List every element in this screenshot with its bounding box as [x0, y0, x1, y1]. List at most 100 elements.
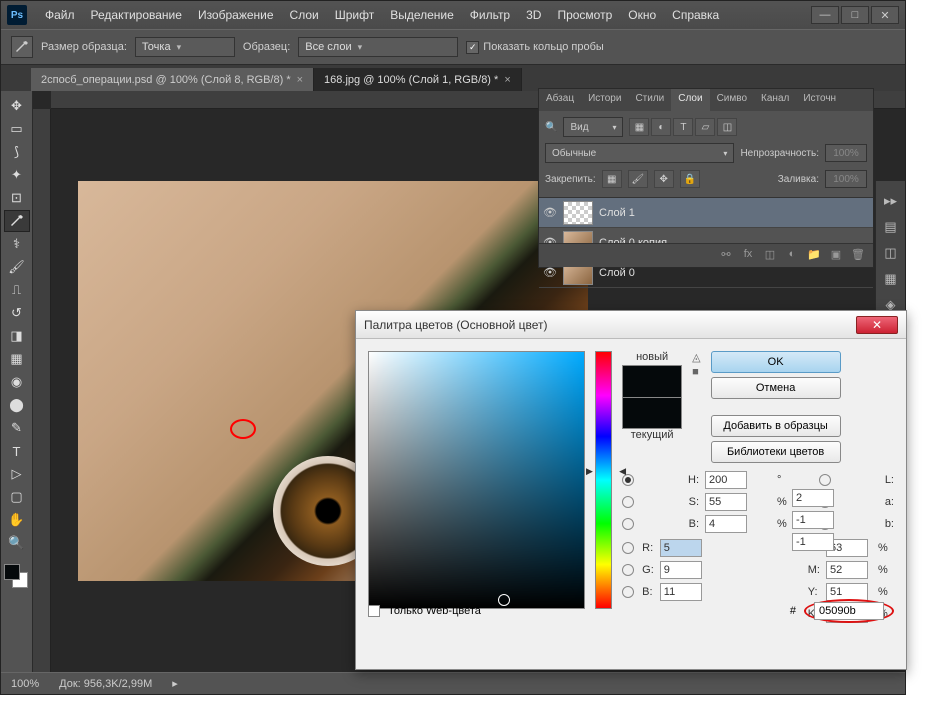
tab-styles[interactable]: Стили — [628, 89, 671, 111]
menu-filter[interactable]: Фильтр — [462, 8, 518, 22]
menu-select[interactable]: Выделение — [382, 8, 462, 22]
dialog-close-button[interactable]: ✕ — [856, 316, 898, 334]
lock-position-icon[interactable]: ✥ — [654, 170, 674, 188]
hue-slider[interactable] — [595, 351, 612, 609]
type-tool[interactable]: T — [4, 440, 30, 462]
delete-layer-icon[interactable]: 🗑 — [849, 248, 867, 264]
close-icon[interactable]: × — [297, 74, 303, 86]
tab-character[interactable]: Симво — [710, 89, 754, 111]
dock-expand-icon[interactable]: ▸▸ — [879, 189, 903, 213]
input-r[interactable]: 5 — [660, 539, 702, 557]
menu-edit[interactable]: Редактирование — [83, 8, 190, 22]
sample-select[interactable]: Все слои — [298, 37, 458, 57]
dialog-titlebar[interactable]: Палитра цветов (Основной цвет) ✕ — [356, 311, 906, 339]
lock-paint-icon[interactable]: 🖌 — [628, 170, 648, 188]
ok-button[interactable]: OK — [711, 351, 841, 373]
menu-image[interactable]: Изображение — [190, 8, 282, 22]
menu-3d[interactable]: 3D — [518, 8, 549, 22]
filter-smart-icon[interactable]: ◫ — [717, 118, 737, 136]
opacity-input[interactable]: 100% — [825, 144, 867, 162]
visibility-icon[interactable]: 👁 — [543, 206, 557, 220]
input-h[interactable]: 200 — [705, 471, 747, 489]
layer-style-icon[interactable]: fx — [739, 248, 757, 264]
radio-g[interactable] — [622, 564, 634, 576]
document-tab-1[interactable]: 2спосб_операции.psd @ 100% (Слой 8, RGB/… — [31, 68, 314, 91]
menu-type[interactable]: Шрифт — [327, 8, 382, 22]
swatches-icon[interactable]: ▦ — [879, 267, 903, 291]
fill-input[interactable]: 100% — [825, 170, 867, 188]
layer-thumbnail[interactable] — [563, 201, 593, 225]
tab-paragraph[interactable]: Абзац — [539, 89, 581, 111]
crop-tool[interactable]: ⊡ — [4, 187, 30, 209]
eraser-tool[interactable]: ◨ — [4, 325, 30, 347]
web-safe-icon[interactable]: ■ — [692, 366, 700, 378]
lock-all-icon[interactable]: 🔒 — [680, 170, 700, 188]
radio-bc[interactable] — [622, 586, 634, 598]
menu-window[interactable]: Окно — [620, 8, 664, 22]
eyedropper-tool[interactable] — [4, 210, 30, 232]
close-button[interactable]: ✕ — [871, 6, 899, 24]
filter-pixel-icon[interactable]: ▦ — [629, 118, 649, 136]
wand-tool[interactable]: ✦ — [4, 164, 30, 186]
maximize-button[interactable]: □ — [841, 6, 869, 24]
menu-file[interactable]: Файл — [37, 8, 83, 22]
tab-layers[interactable]: Слои — [671, 89, 709, 111]
input-m[interactable]: 52 — [826, 561, 868, 579]
color-field[interactable] — [368, 351, 585, 609]
zoom-tool[interactable]: 🔍 — [4, 532, 30, 554]
dodge-tool[interactable]: ⬤ — [4, 394, 30, 416]
input-g[interactable]: 9 — [660, 561, 702, 579]
blend-mode-select[interactable]: Обычные — [545, 143, 734, 163]
color-swatches[interactable] — [4, 564, 30, 590]
filter-type-icon[interactable]: T — [673, 118, 693, 136]
input-a[interactable]: -1 — [792, 511, 834, 529]
input-s[interactable]: 55 — [705, 493, 747, 511]
link-layers-icon[interactable]: ⚯ — [717, 248, 735, 264]
hand-tool[interactable]: ✋ — [4, 509, 30, 531]
visibility-icon[interactable]: 👁 — [543, 266, 557, 280]
input-l[interactable]: 2 — [792, 489, 834, 507]
layer-filter-select[interactable]: Вид — [563, 117, 623, 137]
gamut-warning-icon[interactable]: ◬ — [692, 351, 700, 364]
filter-shape-icon[interactable]: ▱ — [695, 118, 715, 136]
lock-transparent-icon[interactable]: ▦ — [602, 170, 622, 188]
add-swatch-button[interactable]: Добавить в образцы — [711, 415, 841, 437]
minimize-button[interactable]: — — [811, 6, 839, 24]
marquee-tool[interactable]: ▭ — [4, 118, 30, 140]
document-tab-2[interactable]: 168.jpg @ 100% (Слой 1, RGB/8) * × — [314, 68, 522, 91]
blur-tool[interactable]: ◉ — [4, 371, 30, 393]
close-icon[interactable]: × — [504, 74, 510, 86]
pen-tool[interactable]: ✎ — [4, 417, 30, 439]
lasso-tool[interactable]: ⟆ — [4, 141, 30, 163]
brush-tool[interactable]: 🖌 — [4, 256, 30, 278]
current-color-swatch[interactable] — [622, 397, 682, 429]
input-b[interactable]: 4 — [705, 515, 747, 533]
expand-icon[interactable]: ▸ — [172, 677, 178, 690]
tool-preset-icon[interactable] — [11, 36, 33, 58]
healing-tool[interactable]: ⚕ — [4, 233, 30, 255]
color-icon[interactable]: ◫ — [879, 241, 903, 265]
history-icon[interactable]: ▤ — [879, 215, 903, 239]
color-libraries-button[interactable]: Библиотеки цветов — [711, 441, 841, 463]
filter-adjust-icon[interactable]: ◐ — [651, 118, 671, 136]
zoom-level[interactable]: 100% — [11, 678, 39, 690]
cancel-button[interactable]: Отмена — [711, 377, 841, 399]
menu-layer[interactable]: Слои — [282, 8, 327, 22]
hex-input[interactable]: 05090b — [814, 602, 884, 620]
layer-item[interactable]: 👁 Слой 1 — [539, 198, 873, 228]
input-lab-b[interactable]: -1 — [792, 533, 834, 551]
radio-l[interactable] — [819, 474, 831, 486]
new-layer-icon[interactable]: ▣ — [827, 248, 845, 264]
move-tool[interactable]: ✥ — [4, 95, 30, 117]
tab-channels[interactable]: Канал — [754, 89, 796, 111]
hue-marker[interactable] — [590, 466, 622, 474]
tab-source[interactable]: Источн — [796, 89, 843, 111]
sample-size-select[interactable]: Точка — [135, 37, 235, 57]
radio-r[interactable] — [622, 542, 634, 554]
show-ring-checkbox[interactable]: ✓ — [466, 41, 479, 54]
stamp-tool[interactable]: ⎍ — [4, 279, 30, 301]
radio-s[interactable] — [622, 496, 634, 508]
menu-help[interactable]: Справка — [664, 8, 727, 22]
layer-mask-icon[interactable]: ◫ — [761, 248, 779, 264]
history-brush-tool[interactable]: ↺ — [4, 302, 30, 324]
